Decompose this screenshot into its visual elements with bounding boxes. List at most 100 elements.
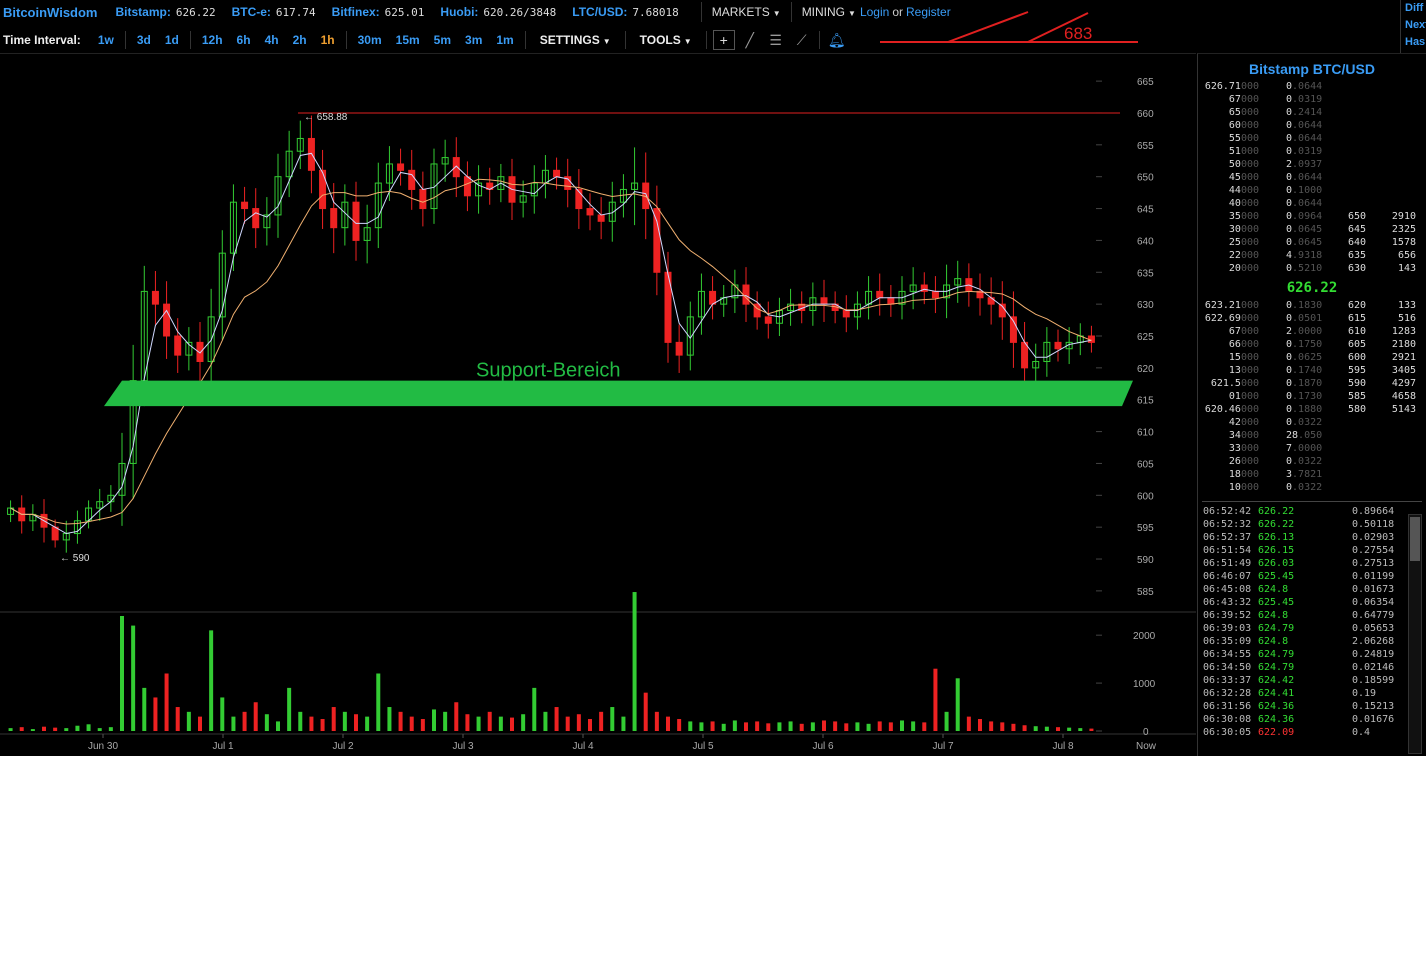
market-ticker-btce[interactable]: BTC-e: 617.74: [232, 5, 316, 19]
orderbook-row[interactable]: 22000 4.9318 635 656: [1198, 250, 1426, 263]
interval-1m[interactable]: 1m: [496, 33, 513, 47]
crosshair-icon[interactable]: +: [712, 30, 735, 50]
price-tick-label: 625: [1137, 332, 1154, 343]
trades-scrollbar[interactable]: [1408, 514, 1422, 754]
order-price: 34000: [1228, 430, 1259, 441]
brand-logo[interactable]: BitcoinWisdom: [0, 5, 98, 20]
interval-1h[interactable]: 1h: [321, 33, 335, 47]
chart-area[interactable]: 665 660 655 650 645 640 635 630 625 620 615 610 605 6…: [0, 53, 1196, 756]
market-ticker-huobi[interactable]: Huobi: 620.26/3848: [440, 5, 556, 19]
volume-bar: [264, 714, 269, 731]
orderbook-row[interactable]: 42000 0.0322: [1198, 417, 1426, 430]
trade-price: 626.03: [1258, 558, 1295, 569]
volume-bar: [186, 711, 191, 731]
depth-sum: 2910: [1391, 211, 1416, 222]
orderbook-row[interactable]: 33000 7.0000: [1198, 443, 1426, 456]
orderbook-row[interactable]: 623.21000 0.1830 620 133: [1198, 300, 1426, 313]
order-amount: 0.0322: [1286, 482, 1323, 493]
support-zone-label: Support-Bereich: [476, 360, 621, 382]
trade-amount: 0.19: [1352, 688, 1377, 699]
interval-5m[interactable]: 5m: [434, 33, 451, 47]
orderbook-title: Bitstamp BTC/USD: [1248, 61, 1375, 77]
price-tick-label: 605: [1137, 459, 1154, 470]
price-tick-label: 660: [1137, 109, 1154, 120]
interval-12h[interactable]: 12h: [202, 33, 223, 47]
last-price: 626.22: [1286, 280, 1338, 296]
orderbook-row[interactable]: 626.71000 0.0644: [1198, 81, 1426, 94]
horizontal-lines-icon[interactable]: ☰: [765, 30, 787, 50]
interval-15m[interactable]: 15m: [396, 33, 420, 47]
candle-body: [887, 297, 895, 305]
difficulty-label[interactable]: Diff: [1401, 0, 1426, 17]
interval-3d[interactable]: 3d: [137, 33, 151, 47]
orderbook-row[interactable]: 15000 0.0625 600 2921: [1198, 352, 1426, 365]
volume-bar: [175, 707, 180, 731]
interval-1w[interactable]: 1w: [98, 33, 114, 47]
orderbook-row[interactable]: 44000 0.1000: [1198, 185, 1426, 198]
volume-bar: [844, 723, 849, 731]
orderbook-row[interactable]: 50000 2.0937: [1198, 159, 1426, 172]
tools-menu[interactable]: TOOLS ▼: [640, 33, 692, 47]
settings-menu[interactable]: SETTINGS ▼: [540, 33, 611, 47]
interval-6h[interactable]: 6h: [237, 33, 251, 47]
orderbook-row[interactable]: 65000 0.2414: [1198, 107, 1426, 120]
orderbook-row[interactable]: 26000 0.0322: [1198, 456, 1426, 469]
trade-row: 06:32:28 624.41 0.19: [1198, 688, 1426, 701]
trendline-icon[interactable]: ╱: [739, 30, 761, 50]
orderbook-row[interactable]: 30000 0.0645 645 2325: [1198, 224, 1426, 237]
interval-2h[interactable]: 2h: [293, 33, 307, 47]
orderbook-row[interactable]: 18000 3.7821: [1198, 469, 1426, 482]
interval-1d[interactable]: 1d: [165, 33, 179, 47]
orderbook-row[interactable]: 55000 0.0644: [1198, 133, 1426, 146]
mining-menu[interactable]: MINING ▼: [798, 5, 860, 19]
depth-sum: 133: [1397, 300, 1416, 311]
orderbook-row[interactable]: 35000 0.0964 650 2910: [1198, 211, 1426, 224]
orderbook-row[interactable]: 25000 0.0645 640 1578: [1198, 237, 1426, 250]
order-price: 65000: [1228, 107, 1259, 118]
orderbook-row[interactable]: 20000 0.5210 630 143: [1198, 263, 1426, 276]
market-ticker-ltcusd[interactable]: LTC/USD: 7.68018: [572, 5, 678, 19]
order-price: 50000: [1228, 159, 1259, 170]
orderbook-row[interactable]: 67000 2.0000 610 1283: [1198, 326, 1426, 339]
slow-ma-line: [10, 178, 1092, 525]
orderbook-row[interactable]: 60000 0.0644: [1198, 120, 1426, 133]
bell-icon[interactable]: 🔔︎: [826, 30, 848, 50]
trade-amount: 0.06354: [1352, 597, 1395, 608]
market-ticker-bitfinex[interactable]: Bitfinex: 625.01: [332, 5, 425, 19]
mining-menu-label: MINING: [801, 5, 846, 19]
next-label[interactable]: Next: [1401, 17, 1426, 34]
interval-3m[interactable]: 3m: [465, 33, 482, 47]
price-chart[interactable]: 665 660 655 650 645 640 635 630 625 620 615 610 605 6…: [0, 54, 1196, 756]
candle-body: [408, 169, 416, 190]
interval-30m[interactable]: 30m: [358, 33, 382, 47]
orderbook-row[interactable]: 51000 0.0319: [1198, 146, 1426, 159]
depth-sum: 2325: [1391, 224, 1416, 235]
fast-ma-line: [10, 152, 1092, 535]
orderbook-row[interactable]: 66000 0.1750 605 2180: [1198, 339, 1426, 352]
hashrate-label[interactable]: Has: [1401, 34, 1426, 51]
orderbook-row[interactable]: 13000 0.1740 595 3405: [1198, 365, 1426, 378]
fibonacci-icon[interactable]: ⟋: [791, 30, 813, 50]
interval-4h[interactable]: 4h: [265, 33, 279, 47]
orderbook-row[interactable]: 67000 0.0319: [1198, 94, 1426, 107]
volume-bar: [944, 711, 949, 731]
orderbook-row[interactable]: 34000 28.050: [1198, 430, 1426, 443]
price-tick-label: 645: [1137, 205, 1154, 216]
scrollbar-thumb[interactable]: [1410, 517, 1420, 561]
depth-level: 630: [1347, 263, 1366, 274]
volume-bar: [643, 692, 648, 731]
volume-bar: [677, 719, 682, 731]
markets-menu[interactable]: MARKETS ▼: [708, 5, 785, 19]
orderbook-row[interactable]: 620.46000 0.1880 580 5143: [1198, 404, 1426, 417]
orderbook-row[interactable]: 10000 0.0322: [1198, 482, 1426, 495]
orderbook-row[interactable]: 01000 0.1730 585 4658: [1198, 391, 1426, 404]
market-ticker-bitstamp[interactable]: Bitstamp: 626.22: [116, 5, 216, 19]
trade-time: 06:35:09: [1203, 636, 1252, 647]
orderbook-row[interactable]: 40000 0.0644: [1198, 198, 1426, 211]
orderbook-row[interactable]: 45000 0.0644: [1198, 172, 1426, 185]
orderbook-row[interactable]: 622.69000 0.0501 615 516: [1198, 313, 1426, 326]
trade-row: 06:30:08 624.36 0.01676: [1198, 714, 1426, 727]
orderbook-row[interactable]: 621.5000 0.1870 590 4297: [1198, 378, 1426, 391]
divider: [124, 31, 126, 49]
volume-bar: [654, 711, 659, 731]
